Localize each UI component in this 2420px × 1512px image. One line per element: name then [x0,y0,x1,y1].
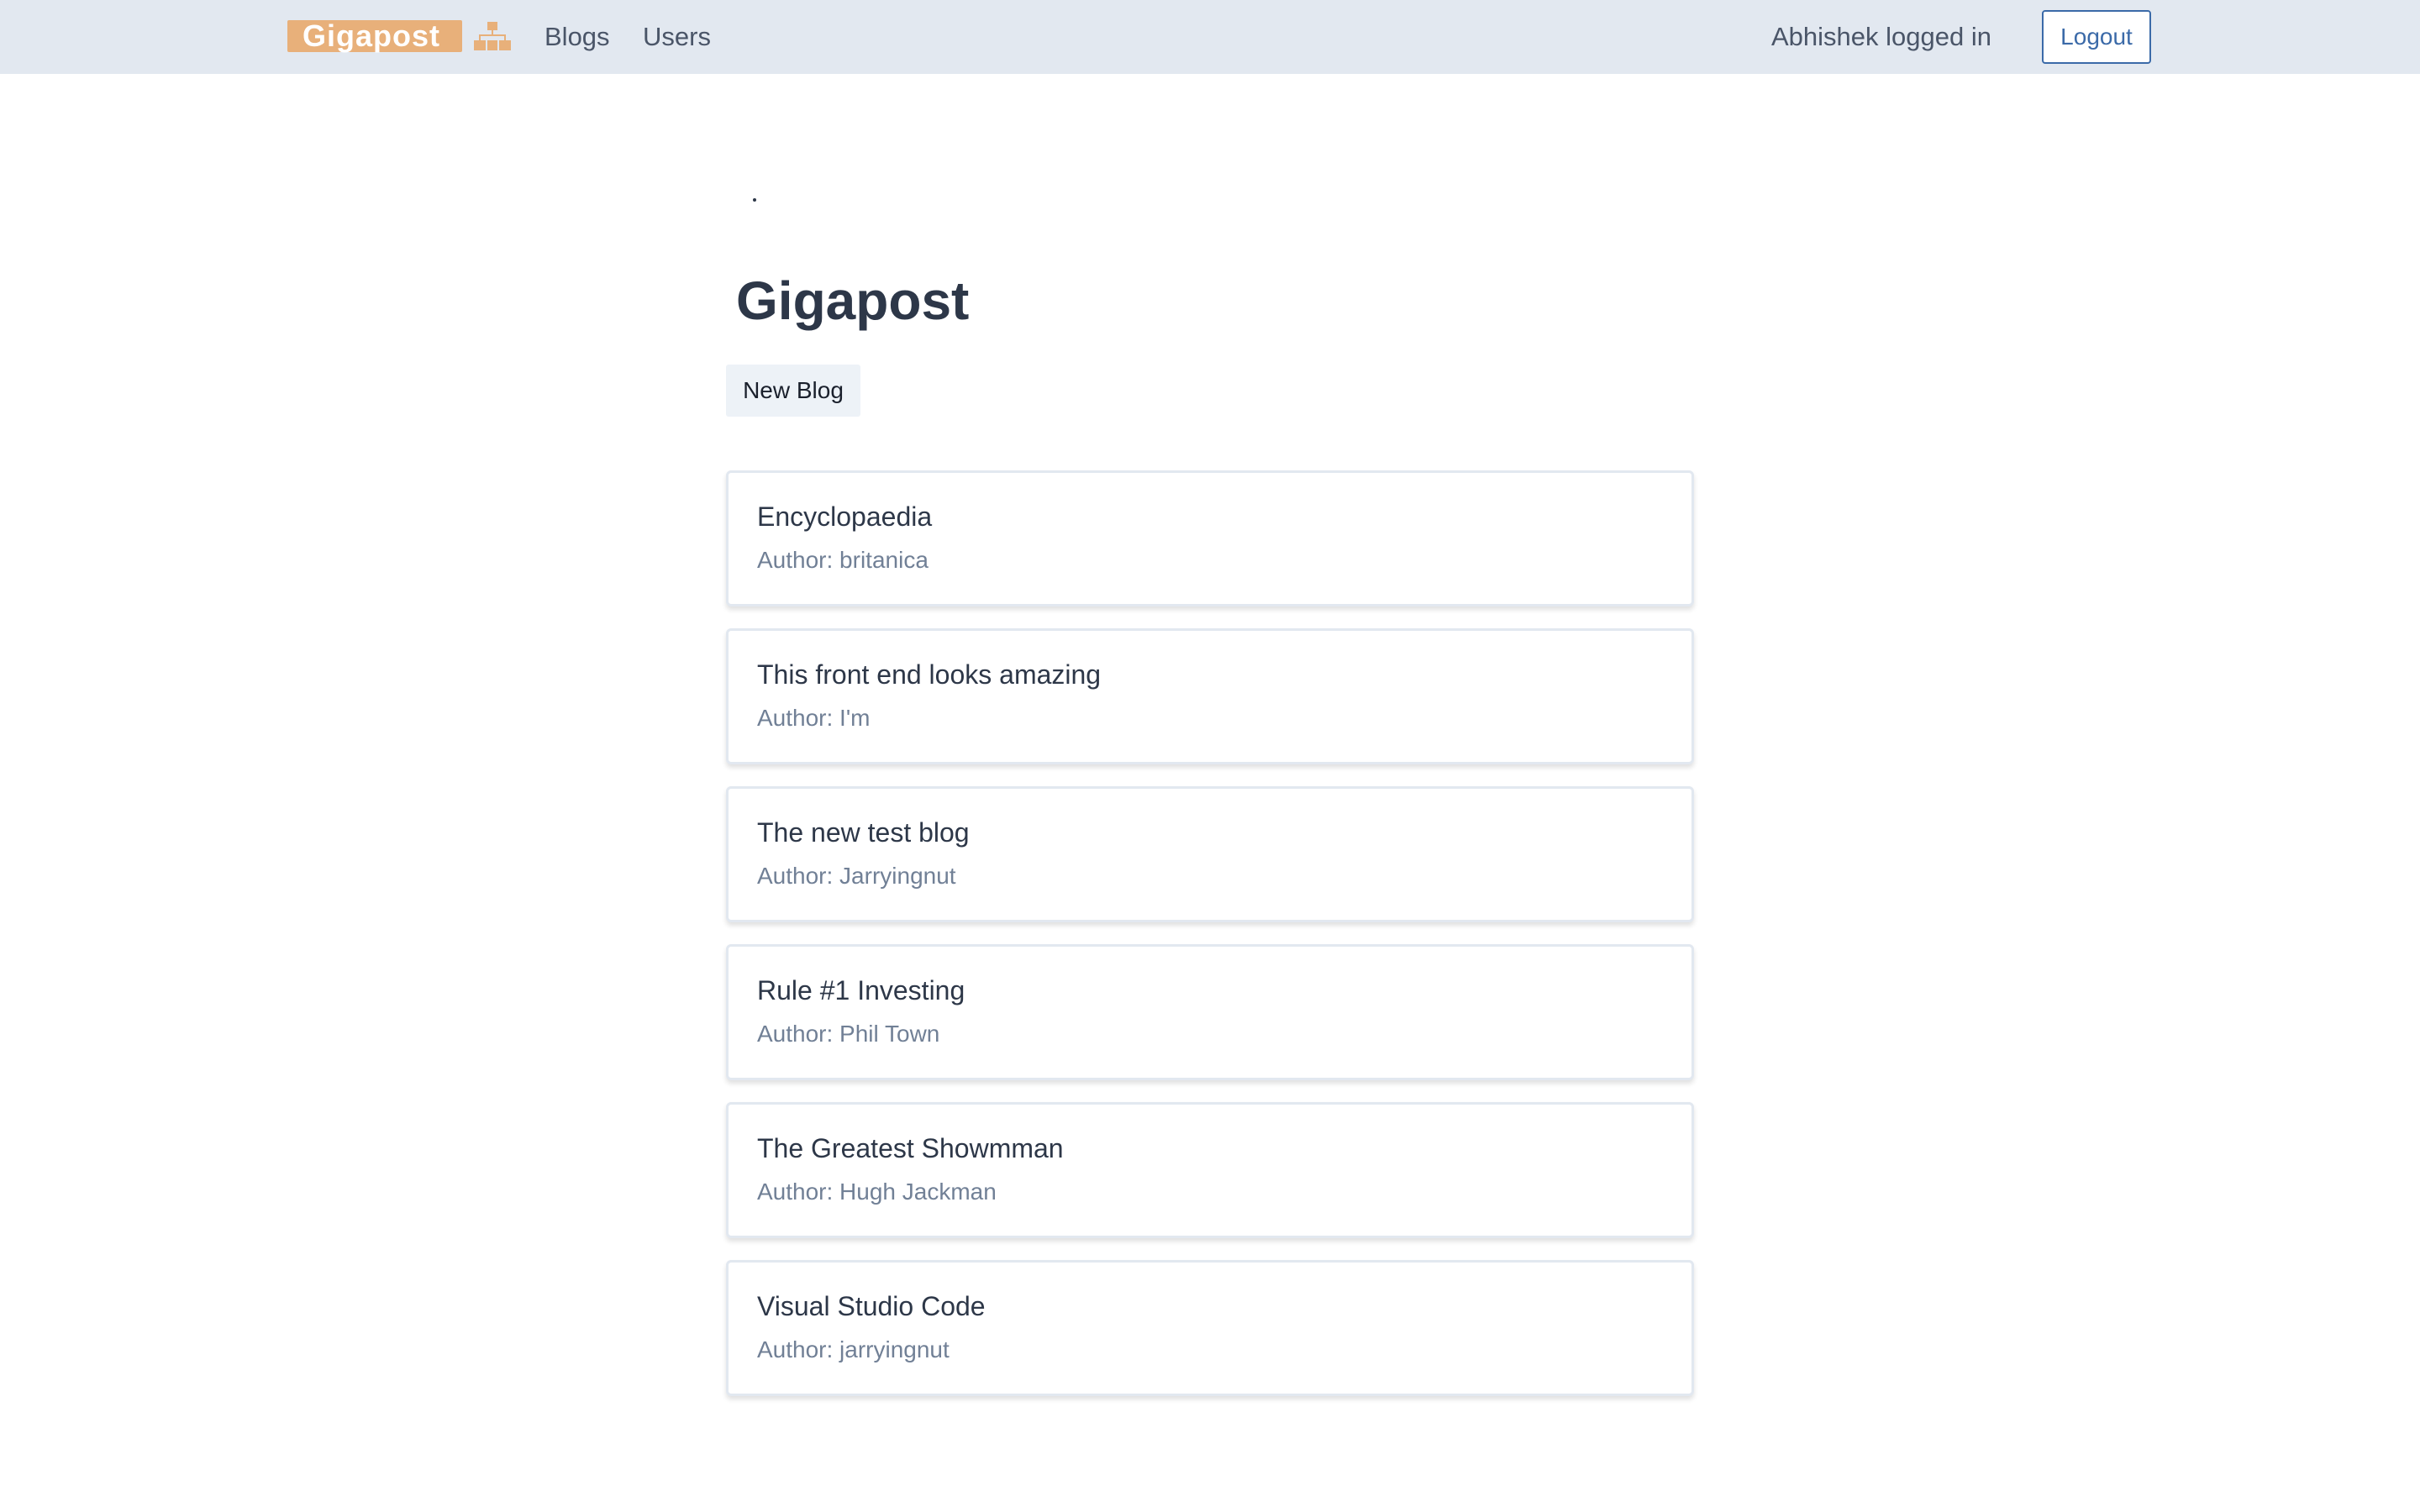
blog-author: Author: I'm [757,705,871,731]
blog-card[interactable]: Visual Studio Code Author: jarryingnut [726,1260,1694,1396]
blog-list: Encyclopaedia Author: britanica This fro… [726,470,1694,1418]
blog-title: Rule #1 Investing [757,975,965,1005]
logout-button[interactable]: Logout [2042,10,2151,64]
nav-link-users[interactable]: Users [643,20,711,54]
blog-author: Author: Jarryingnut [757,863,956,889]
logo-text: Gigapost [287,20,462,52]
blog-title: The Greatest Showmman [757,1133,1064,1163]
blog-card[interactable]: The new test blog Author: Jarryingnut [726,786,1694,922]
navbar: Gigapost Blogs Users Abhishek logged in … [0,0,2420,74]
sitemap-icon [474,22,511,50]
blog-card[interactable]: Rule #1 Investing Author: Phil Town [726,944,1694,1080]
blog-title: Encyclopaedia [757,501,933,532]
blog-author: Author: jarryingnut [757,1336,950,1362]
blog-card[interactable]: This front end looks amazing Author: I'm [726,628,1694,764]
logo[interactable]: Gigapost [287,20,511,52]
new-blog-button[interactable]: New Blog [726,365,860,417]
blog-title: Visual Studio Code [757,1291,986,1321]
blog-card[interactable]: Encyclopaedia Author: britanica [726,470,1694,606]
page-title: Gigapost [736,270,970,331]
blog-author: Author: Hugh Jackman [757,1179,997,1205]
blog-author: Author: Phil Town [757,1021,940,1047]
nav-link-blogs[interactable]: Blogs [544,20,610,54]
divider-dot [753,198,756,202]
blog-card[interactable]: The Greatest Showmman Author: Hugh Jackm… [726,1102,1694,1238]
logged-in-status: Abhishek logged in [1771,22,1991,51]
blog-title: The new test blog [757,817,970,848]
blog-author: Author: britanica [757,547,929,573]
blog-title: This front end looks amazing [757,659,1102,690]
